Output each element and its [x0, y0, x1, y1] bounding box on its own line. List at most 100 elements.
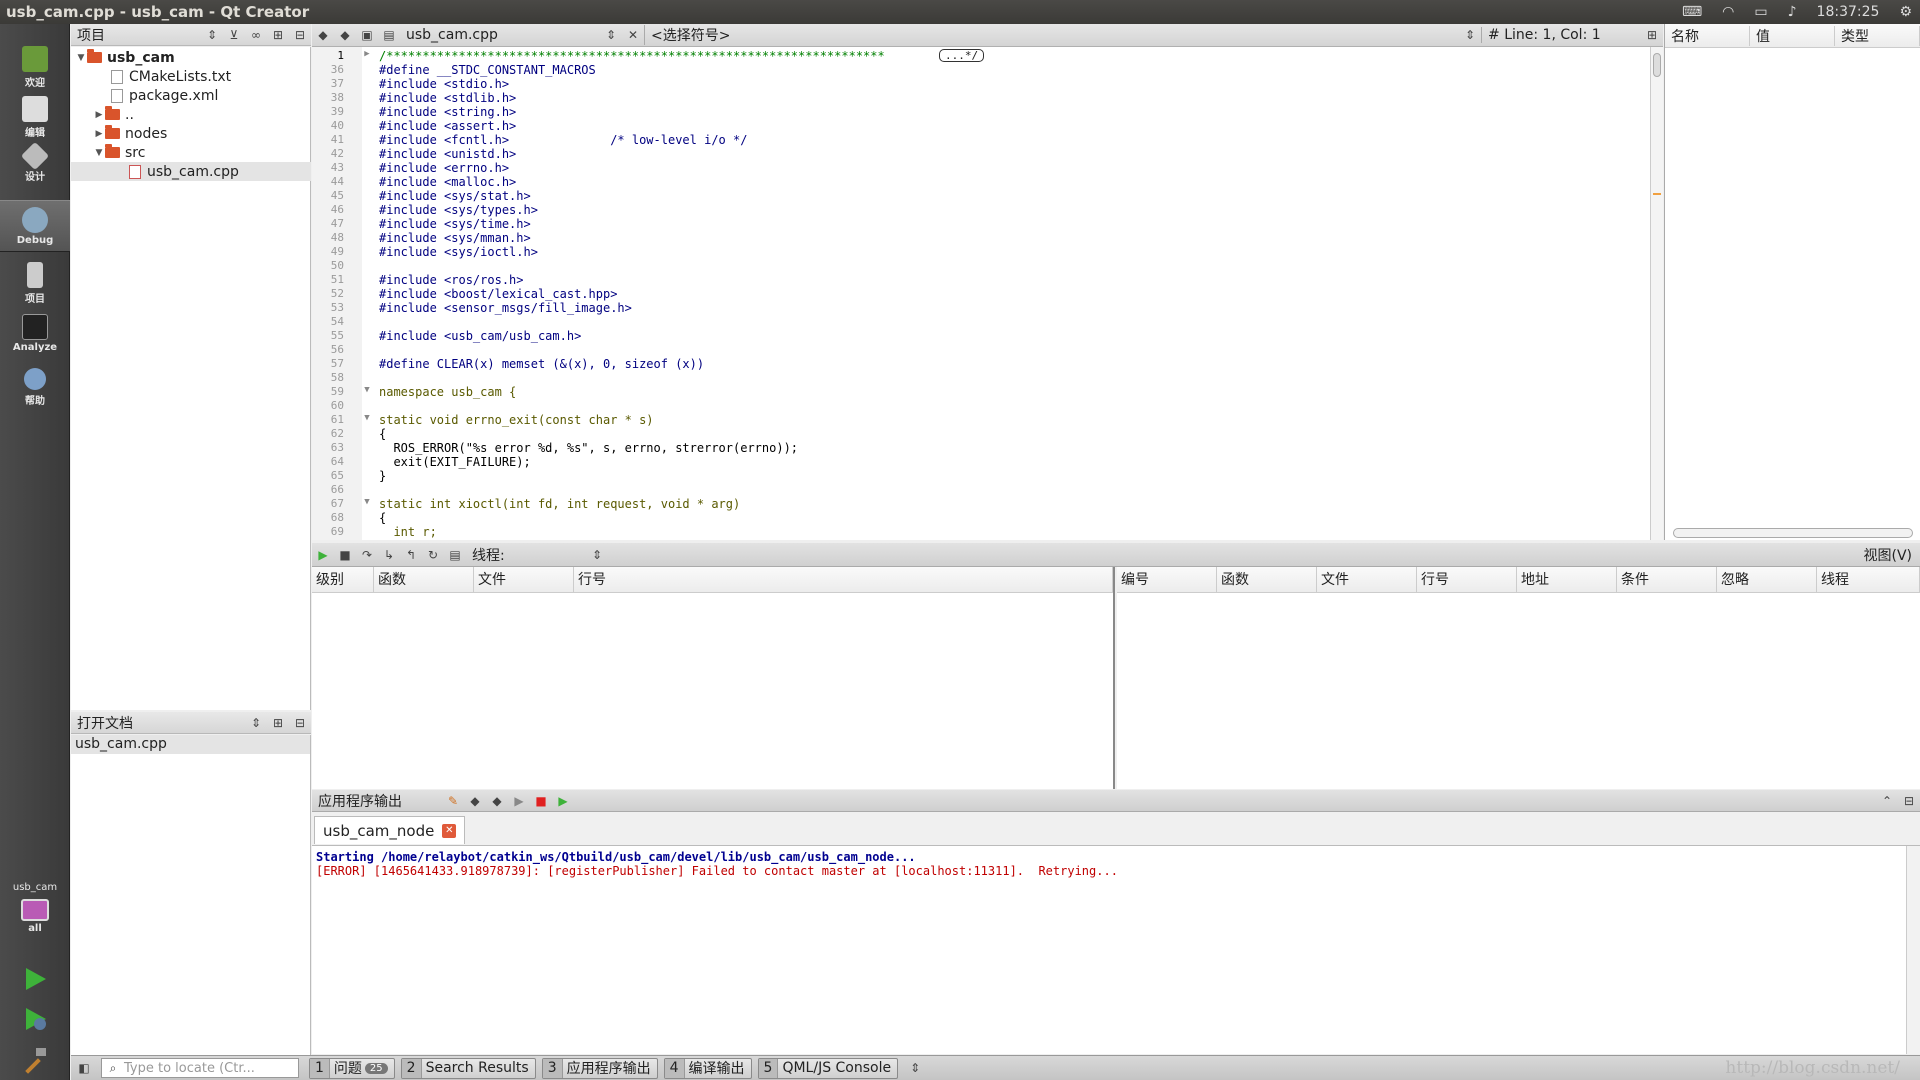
fold-marker-icon[interactable]: ▼ [362, 497, 372, 507]
fold-marker-icon[interactable]: ▼ [362, 385, 372, 395]
prev-icon[interactable]: ◆ [468, 794, 482, 808]
debug-run-icon[interactable] [20, 1004, 50, 1034]
column-header[interactable]: 函数 [1217, 567, 1317, 592]
app-output-button[interactable]: 3 应用程序输出 [541, 1057, 658, 1079]
dropdown-arrows-icon[interactable]: ⇕ [249, 716, 263, 730]
cursor-position[interactable]: # Line: 1, Col: 1 [1481, 27, 1641, 43]
tree-item-usb-cam-cpp[interactable]: usb_cam.cpp [71, 162, 311, 181]
column-header-value[interactable]: 值 [1750, 25, 1835, 46]
nav-forward-icon[interactable]: ◆ [338, 28, 352, 42]
mode-edit[interactable]: 编辑 [0, 90, 70, 142]
expand-icon[interactable]: ▶ [93, 129, 105, 139]
views-menu[interactable]: 视图(V) [1863, 545, 1920, 565]
breakpoint-view[interactable]: 编号 函数 文件 行号 地址 条件 忽略 线程 [1117, 567, 1920, 789]
fold-marker-icon[interactable]: ▼ [362, 413, 372, 423]
compile-output-button[interactable]: 4 编译输出 [663, 1057, 752, 1079]
stack-view[interactable]: 级别 函数 文件 行号 [312, 567, 1115, 789]
expand-icon[interactable]: ▼ [75, 53, 87, 63]
step-into-icon[interactable]: ↳ [382, 548, 396, 562]
tree-item-cmakelists[interactable]: CMakeLists.txt [111, 67, 231, 86]
link-icon[interactable]: ∞ [249, 28, 263, 42]
output-text[interactable]: Starting /home/relaybot/catkin_ws/Qtbuil… [312, 846, 1906, 1054]
column-header[interactable]: 条件 [1617, 567, 1717, 592]
mode-welcome[interactable]: 欢迎 [0, 40, 70, 92]
expand-icon[interactable]: ▼ [93, 148, 105, 158]
mode-design[interactable]: 设计 [0, 140, 70, 192]
maximize-icon[interactable]: ⌃ [1880, 794, 1894, 808]
keyboard-icon[interactable]: ⌨ [1682, 4, 1702, 20]
toggle-sidebar-icon[interactable]: ◧ [77, 1061, 91, 1075]
open-doc-item[interactable]: usb_cam.cpp [71, 735, 310, 754]
split-icon[interactable]: ⊞ [271, 716, 285, 730]
code-editor[interactable]: 1 36 37 38 39 40 41 42 43 44 45 46 47 48 49 50 51 52 53 54 5… [312, 47, 1650, 540]
search-results-button[interactable]: 2 Search Results [400, 1057, 536, 1079]
kit-selector[interactable]: usb_cam all [0, 876, 70, 966]
tree-item-nodes[interactable]: ▶ nodes [93, 124, 167, 143]
battery-icon[interactable]: ▭ [1754, 4, 1767, 20]
rerun-icon[interactable]: ▶ [512, 794, 526, 808]
clear-output-icon[interactable]: ✎ [446, 794, 460, 808]
tree-item-src[interactable]: ▼ src [93, 143, 145, 162]
column-header[interactable]: 行号 [1417, 567, 1517, 592]
column-header[interactable]: 文件 [474, 567, 574, 592]
dropdown-arrows-icon[interactable]: ⇕ [604, 28, 618, 42]
symbol-selector[interactable]: <选择符号> [644, 25, 1459, 45]
nav-back-icon[interactable]: ◆ [316, 28, 330, 42]
mode-projects[interactable]: 项目 [0, 256, 70, 308]
tree-item-package-xml[interactable]: package.xml [111, 86, 218, 105]
expand-icon[interactable]: ▶ [93, 110, 105, 120]
locator-input[interactable]: ⌕ Type to locate (Ctr... [101, 1058, 299, 1078]
column-header[interactable]: 忽略 [1717, 567, 1817, 592]
column-header-name[interactable]: 名称 [1665, 25, 1750, 46]
gear-icon[interactable]: ⚙ [1899, 4, 1912, 20]
close-icon[interactable]: ✕ [626, 28, 640, 42]
output-tab[interactable]: usb_cam_node ✕ [314, 816, 466, 844]
fold-marker-icon[interactable]: ▶ [362, 49, 372, 59]
qml-console-button[interactable]: 5 QML/JS Console [757, 1057, 899, 1079]
file-selector[interactable]: usb_cam.cpp [400, 27, 600, 43]
issues-button[interactable]: 1 问题 25 [309, 1057, 395, 1079]
editor-scrollbar[interactable] [1650, 47, 1663, 540]
log-icon[interactable]: ▤ [448, 548, 462, 562]
mode-analyze[interactable]: Analyze [0, 308, 70, 360]
column-header[interactable]: 地址 [1517, 567, 1617, 592]
lock-icon[interactable]: ▣ [360, 28, 374, 42]
close-pane-icon[interactable]: ⊟ [293, 28, 307, 42]
column-header-type[interactable]: 类型 [1835, 25, 1920, 46]
locals-hscrollbar[interactable] [1673, 528, 1913, 538]
column-header[interactable]: 线程 [1817, 567, 1920, 592]
dropdown-arrows-icon[interactable]: ⇕ [590, 548, 604, 562]
mode-debug[interactable]: Debug [0, 200, 70, 252]
attach-debugger-icon[interactable]: ▶ [556, 794, 570, 808]
clock[interactable]: 18:37:25 [1817, 4, 1880, 20]
close-tab-icon[interactable]: ✕ [442, 823, 457, 838]
wifi-icon[interactable]: ◠ [1722, 4, 1734, 20]
dropdown-arrows-icon[interactable]: ⇕ [205, 28, 219, 42]
close-pane-icon[interactable]: ⊟ [293, 716, 307, 730]
split-icon[interactable]: ⊞ [1645, 28, 1659, 42]
tree-item-parent[interactable]: ▶.. [93, 105, 134, 124]
stop-icon[interactable]: ■ [338, 548, 352, 562]
mode-help[interactable]: 帮助 [0, 362, 70, 414]
tree-item-usb-cam[interactable]: ▼ usb_cam [75, 48, 175, 67]
step-out-icon[interactable]: ↰ [404, 548, 418, 562]
next-icon[interactable]: ◆ [490, 794, 504, 808]
stop-app-icon[interactable]: ■ [534, 794, 548, 808]
column-header[interactable]: 级别 [312, 567, 374, 592]
more-panes-icon[interactable]: ⇕ [908, 1061, 922, 1075]
column-header[interactable]: 行号 [574, 567, 1113, 592]
build-hammer-icon[interactable] [20, 1044, 50, 1074]
column-header[interactable]: 编号 [1117, 567, 1217, 592]
volume-icon[interactable]: ♪ [1788, 4, 1797, 20]
continue-icon[interactable]: ▶ [316, 548, 330, 562]
column-header[interactable]: 文件 [1317, 567, 1417, 592]
close-pane-icon[interactable]: ⊟ [1902, 794, 1916, 808]
dropdown-arrows-icon[interactable]: ⇕ [1463, 28, 1477, 42]
output-scrollbar[interactable] [1906, 846, 1920, 1054]
restart-icon[interactable]: ↻ [426, 548, 440, 562]
run-icon[interactable] [20, 964, 50, 994]
folded-comment-marker[interactable]: ...*/ [939, 49, 985, 62]
column-header[interactable]: 函数 [374, 567, 474, 592]
scrollbar-thumb[interactable] [1653, 53, 1661, 77]
filter-icon[interactable]: ⊻ [227, 28, 241, 42]
